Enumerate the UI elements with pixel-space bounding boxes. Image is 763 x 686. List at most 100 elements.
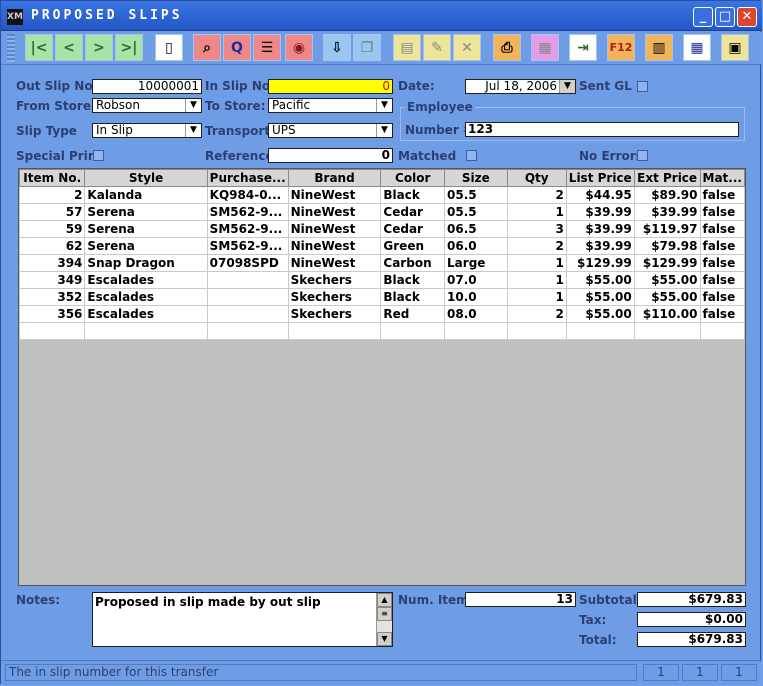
column-header[interactable]: Ext Price: [633, 169, 701, 187]
chevron-down-icon[interactable]: ▼: [376, 99, 392, 112]
table-cell[interactable]: 57: [19, 203, 86, 221]
table-cell[interactable]: $55.00: [565, 305, 635, 323]
table-cell[interactable]: 1: [506, 254, 567, 272]
table-cell[interactable]: $39.99: [565, 220, 635, 238]
table-cell[interactable]: [206, 322, 289, 340]
table-cell[interactable]: 10.0: [444, 288, 508, 306]
table-cell[interactable]: false: [699, 271, 745, 289]
chevron-down-icon[interactable]: ▼: [376, 124, 392, 137]
table-cell[interactable]: $55.00: [633, 271, 701, 289]
notes-scrollbar[interactable]: ▲ ≡ ▼: [376, 593, 392, 646]
table-cell[interactable]: 1: [506, 288, 567, 306]
table-row[interactable]: 394 Snap Dragon 07098SPD NineWest Carbon Larg…: [19, 254, 745, 272]
table-cell[interactable]: Escalades: [84, 288, 208, 306]
calendar-button[interactable]: ▦: [683, 34, 711, 61]
table-cell[interactable]: Escalades: [84, 305, 208, 323]
edit-button[interactable]: ✎: [423, 34, 451, 61]
table-cell[interactable]: $55.00: [565, 271, 635, 289]
chevron-down-icon[interactable]: ▼: [185, 99, 201, 112]
table-cell[interactable]: $129.99: [565, 254, 635, 272]
in-slip-field[interactable]: 0: [268, 79, 393, 94]
table-cell[interactable]: $55.00: [633, 288, 701, 306]
table-cell[interactable]: [206, 271, 289, 289]
scroll-up-icon[interactable]: ▲: [377, 593, 392, 607]
table-cell[interactable]: 352: [19, 288, 86, 306]
exit-button[interactable]: ⇥: [569, 34, 597, 61]
table-row[interactable]: 59 Serena SM562-9... NineWest Cedar 06.5 3 $39.…: [19, 220, 745, 238]
table-cell[interactable]: [506, 322, 567, 340]
scroll-thumb[interactable]: ≡: [377, 607, 392, 621]
subtotal-field[interactable]: $679.83: [637, 592, 746, 607]
reference-field[interactable]: 0: [268, 148, 393, 163]
table-cell[interactable]: $79.98: [633, 237, 701, 255]
save-button[interactable]: ▤: [393, 34, 421, 61]
next-record-button[interactable]: >: [85, 34, 113, 61]
items-table[interactable]: Item No. Style Purchase... Brand Color S…: [18, 168, 746, 586]
table-cell[interactable]: [19, 322, 86, 340]
table-cell[interactable]: SM562-9...: [206, 220, 289, 238]
find-button[interactable]: ⌕: [193, 34, 221, 61]
import-button[interactable]: ⇩: [323, 34, 351, 61]
column-header[interactable]: Mat...: [699, 169, 745, 187]
table-cell[interactable]: Kalanda: [84, 186, 208, 204]
table-cell[interactable]: Skechers: [287, 305, 382, 323]
table-cell[interactable]: 2: [506, 186, 567, 204]
table-row[interactable]: 2 Kalanda KQ984-0... NineWest Black 05.5 2 $44.…: [19, 186, 745, 204]
table-cell[interactable]: 356: [19, 305, 86, 323]
close-button[interactable]: ✕: [737, 7, 757, 27]
table-cell[interactable]: false: [699, 254, 745, 272]
num-items-field[interactable]: 13: [465, 592, 576, 607]
to-store-select[interactable]: Pacific ▼: [268, 98, 393, 113]
column-header[interactable]: Color: [380, 169, 446, 187]
table-cell[interactable]: SM562-9...: [206, 203, 289, 221]
table-cell[interactable]: 07098SPD: [206, 254, 289, 272]
matched-checkbox[interactable]: [466, 150, 477, 161]
table-cell[interactable]: NineWest: [287, 254, 382, 272]
toolbar-grip[interactable]: [7, 34, 15, 62]
column-header[interactable]: List Price: [565, 169, 635, 187]
total-field[interactable]: $679.83: [637, 632, 746, 647]
table-cell[interactable]: false: [699, 288, 745, 306]
table-cell[interactable]: 08.0: [444, 305, 508, 323]
new-document-button[interactable]: ▯: [155, 34, 183, 61]
table-cell[interactable]: Black: [380, 186, 446, 204]
table-cell[interactable]: $89.90: [633, 186, 701, 204]
table-cell[interactable]: 1: [506, 203, 567, 221]
table-cell[interactable]: $119.97: [633, 220, 701, 238]
table-cell[interactable]: [565, 322, 635, 340]
report-button[interactable]: ▦: [531, 34, 559, 61]
transport-select[interactable]: UPS ▼: [268, 123, 393, 138]
delete-button[interactable]: ✕: [453, 34, 481, 61]
maximize-button[interactable]: □: [715, 7, 735, 27]
table-cell[interactable]: SM562-9...: [206, 237, 289, 255]
scroll-down-icon[interactable]: ▼: [377, 632, 392, 646]
table-cell[interactable]: $39.99: [565, 237, 635, 255]
copy-button[interactable]: ❐: [353, 34, 381, 61]
print-button[interactable]: ⎙: [493, 34, 521, 61]
table-cell[interactable]: Cedar: [380, 220, 446, 238]
table-cell[interactable]: Serena: [84, 220, 208, 238]
table-cell[interactable]: 394: [19, 254, 86, 272]
table-cell[interactable]: [206, 305, 289, 323]
film-button[interactable]: ▥: [645, 34, 673, 61]
date-field[interactable]: Jul 18, 2006 ▼: [465, 79, 576, 94]
column-header[interactable]: Size: [444, 169, 508, 187]
previous-record-button[interactable]: <: [55, 34, 83, 61]
table-cell[interactable]: 06.5: [444, 220, 508, 238]
table-cell[interactable]: [633, 322, 701, 340]
table-cell[interactable]: 59: [19, 220, 86, 238]
last-record-button[interactable]: >|: [115, 34, 143, 61]
table-cell[interactable]: Green: [380, 237, 446, 255]
from-store-select[interactable]: Robson ▼: [92, 98, 202, 113]
table-cell[interactable]: false: [699, 237, 745, 255]
table-cell[interactable]: $55.00: [565, 288, 635, 306]
table-row[interactable]: [19, 322, 745, 340]
f12-button[interactable]: F12: [607, 34, 635, 61]
table-cell[interactable]: NineWest: [287, 220, 382, 238]
table-cell[interactable]: Serena: [84, 203, 208, 221]
table-cell[interactable]: 05.5: [444, 186, 508, 204]
table-cell[interactable]: Skechers: [287, 288, 382, 306]
title-bar[interactable]: XM PROPOSED SLIPS _ □ ✕: [1, 1, 762, 31]
table-cell[interactable]: 1: [506, 271, 567, 289]
table-cell[interactable]: KQ984-0...: [206, 186, 289, 204]
